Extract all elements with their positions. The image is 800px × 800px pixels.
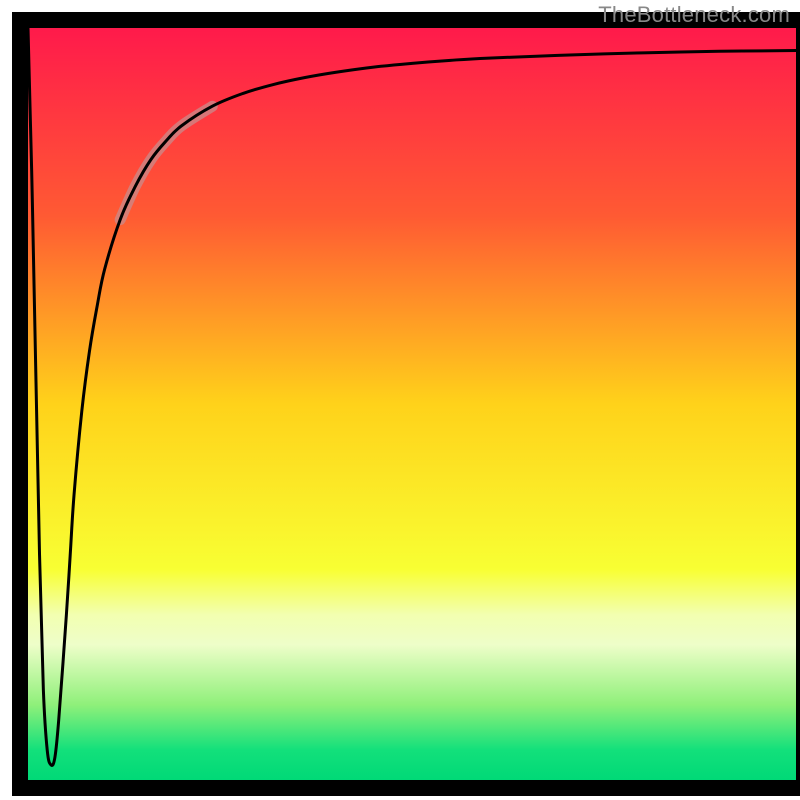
watermark-text: TheBottleneck.com — [598, 2, 790, 28]
bottleneck-chart — [0, 0, 800, 800]
chart-container: TheBottleneck.com — [0, 0, 800, 800]
plot-background — [28, 28, 796, 780]
